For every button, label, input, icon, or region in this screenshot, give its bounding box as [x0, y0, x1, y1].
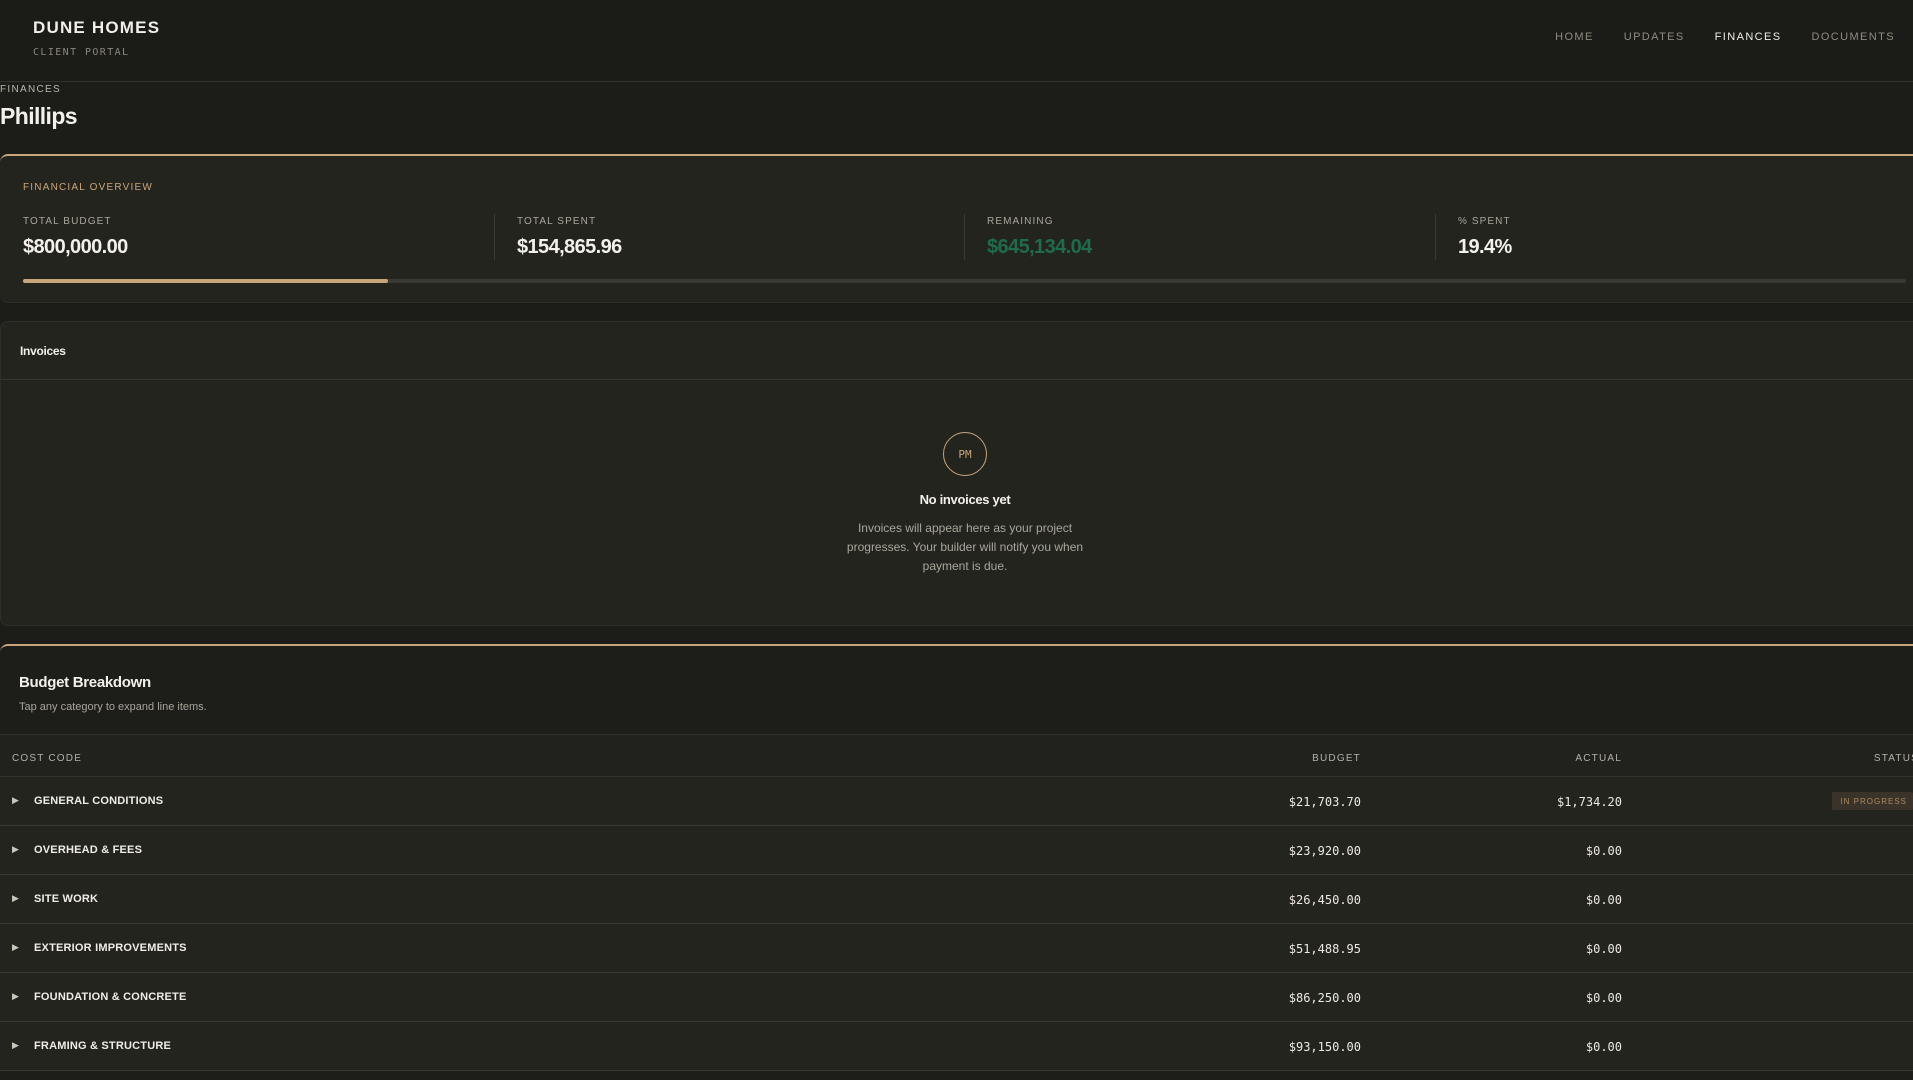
budget-value: $21,703.70	[1288, 795, 1361, 809]
nav-home[interactable]: HOME	[1555, 31, 1594, 43]
actual-value: $0.00	[1585, 844, 1622, 858]
stat-remaining: REMAINING $645,134.04	[987, 216, 1092, 266]
expand-caret-icon[interactable]: ▶	[12, 942, 19, 953]
stat-percent-spent: % SPENT 19.4%	[1458, 216, 1512, 266]
nav-documents[interactable]: DOCUMENTS	[1812, 31, 1896, 43]
stat-total-spent: TOTAL SPENT $154,865.96	[517, 216, 622, 266]
expand-caret-icon[interactable]: ▶	[12, 795, 19, 806]
top-bar: DUNE HOMES CLIENT PORTAL HOME UPDATES FI…	[0, 0, 1913, 82]
cost-code-name: FOUNDATION & CONCRETE	[34, 991, 187, 1003]
brand-subtitle: CLIENT PORTAL	[33, 47, 130, 58]
empty-title: No invoices yet	[919, 492, 1011, 507]
budget-value: $26,450.00	[1288, 893, 1361, 907]
stat-label: TOTAL SPENT	[517, 216, 597, 227]
table-header: COST CODE BUDGET ACTUAL STATUS	[0, 734, 1913, 777]
budget-value: $23,920.00	[1288, 844, 1361, 858]
cost-code-name: OVERHEAD & FEES	[34, 844, 143, 856]
invoices-header: Invoices	[1, 322, 1913, 380]
expand-caret-icon[interactable]: ▶	[12, 991, 19, 1002]
stat-total-budget: TOTAL BUDGET $800,000.00	[23, 216, 128, 266]
stat-value: $800,000.00	[23, 236, 128, 258]
expand-caret-icon[interactable]: ▶	[12, 1040, 19, 1051]
budget-row[interactable]: ▶ EXTERIOR IMPROVEMENTS $51,488.95 $0.00	[0, 924, 1913, 973]
col-budget: BUDGET	[1312, 753, 1361, 764]
stat-value: $645,134.04	[987, 236, 1092, 258]
spend-progress-bar	[23, 279, 1906, 283]
budget-table: COST CODE BUDGET ACTUAL STATUS ▶ GENERAL…	[0, 734, 1913, 1071]
budget-value: $86,250.00	[1288, 991, 1361, 1005]
brand-name: DUNE HOMES	[33, 18, 161, 37]
stat-label: % SPENT	[1458, 216, 1511, 227]
budget-row[interactable]: ▶ GENERAL CONDITIONS $21,703.70 $1,734.2…	[0, 777, 1913, 826]
stat-value: $154,865.96	[517, 236, 622, 258]
nav-updates[interactable]: UPDATES	[1624, 31, 1685, 43]
budget-subtitle: Tap any category to expand line items.	[19, 701, 207, 713]
budget-row[interactable]: ▶ FOUNDATION & CONCRETE $86,250.00 $0.00	[0, 973, 1913, 1022]
brand[interactable]: DUNE HOMES CLIENT PORTAL	[33, 18, 160, 58]
col-actual: ACTUAL	[1575, 753, 1622, 764]
nav-finances[interactable]: FINANCES	[1715, 31, 1782, 43]
spend-progress-fill	[23, 279, 389, 283]
stat-label: REMAINING	[987, 216, 1054, 227]
breadcrumb: FINANCES	[0, 84, 61, 95]
budget-title: Budget Breakdown	[19, 674, 151, 691]
invoices-card: Invoices PM No invoices yet Invoices wil…	[0, 321, 1913, 626]
stat-divider	[1435, 214, 1436, 260]
invoices-title: Invoices	[20, 344, 66, 358]
actual-value: $0.00	[1585, 1040, 1622, 1054]
page-title: Phillips	[0, 103, 78, 129]
stat-divider	[494, 214, 495, 260]
stat-label: TOTAL BUDGET	[23, 216, 112, 227]
actual-value: $0.00	[1585, 942, 1622, 956]
actual-value: $1,734.20	[1556, 795, 1622, 809]
main-nav: HOME UPDATES FINANCES DOCUMENTS	[1555, 31, 1895, 43]
budget-value: $93,150.00	[1288, 1040, 1361, 1054]
cost-code-name: GENERAL CONDITIONS	[34, 795, 164, 807]
actual-value: $0.00	[1585, 893, 1622, 907]
budget-value: $51,488.95	[1288, 942, 1361, 956]
budget-row[interactable]: ▶ FRAMING & STRUCTURE $93,150.00 $0.00	[0, 1022, 1913, 1071]
stat-value: 19.4%	[1458, 236, 1512, 258]
stat-divider	[964, 214, 965, 260]
col-cost-code: COST CODE	[12, 753, 83, 764]
budget-row[interactable]: ▶ OVERHEAD & FEES $23,920.00 $0.00	[0, 826, 1913, 875]
empty-description: Invoices will appear here as your projec…	[846, 521, 1084, 573]
expand-caret-icon[interactable]: ▶	[12, 893, 19, 904]
budget-row[interactable]: ▶ SITE WORK $26,450.00 $0.00	[0, 875, 1913, 924]
invoices-empty-state: PM No invoices yet Invoices will appear …	[841, 432, 1089, 576]
cost-code-name: EXTERIOR IMPROVEMENTS	[34, 942, 187, 954]
expand-caret-icon[interactable]: ▶	[12, 844, 19, 855]
pm-avatar-icon: PM	[943, 432, 987, 476]
status-badge: IN PROGRESS	[1832, 792, 1913, 810]
col-status: STATUS	[1873, 753, 1913, 764]
cost-code-name: SITE WORK	[34, 893, 99, 905]
budget-breakdown-card: Budget Breakdown Tap any category to exp…	[0, 644, 1913, 1080]
financial-overview-card: FINANCIAL OVERVIEW TOTAL BUDGET $800,000…	[0, 154, 1913, 303]
actual-value: $0.00	[1585, 991, 1622, 1005]
cost-code-name: FRAMING & STRUCTURE	[34, 1040, 172, 1052]
overview-label: FINANCIAL OVERVIEW	[23, 182, 153, 193]
